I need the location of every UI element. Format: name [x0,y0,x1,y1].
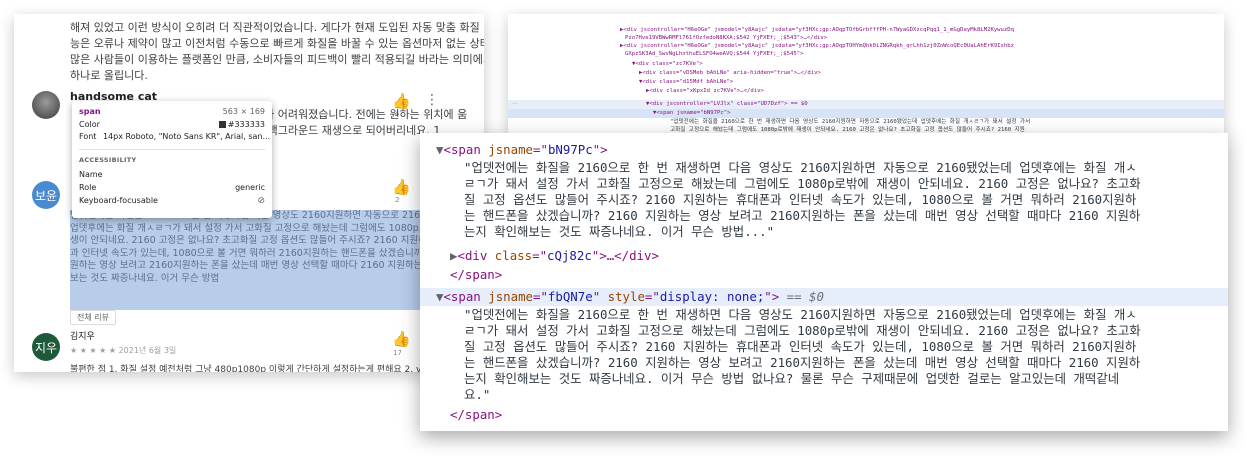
tooltip-element-name: span [79,107,101,116]
review-username: 김지우 [70,332,95,342]
more-options-icon[interactable]: ⋮ [425,92,439,108]
tooltip-divider [79,149,265,150]
dom-text-line: 질 고정 옵션도 많들어 주시죠? 2160 지원하는 휴대폰과 인터넷 속도가… [464,192,1137,207]
dom-node[interactable]: ▶<div class="vDSMeb bAhLNe" aria-hidden=… [639,69,821,77]
selected-row-highlight [508,109,1224,118]
dom-text-line: "업뎃전에는 화질을 2160으로 한 번 재생하면 다음 영상도 2160지원… [464,160,1137,175]
thumbs-up-icon[interactable]: 👍 [392,332,411,347]
text-line: 많은 사람들이 이용하는 플랫폼인 만큼, 소비자들의 피드백이 빨리 적용되길… [70,53,484,66]
not-focusable-icon: ⊘ [257,196,265,206]
tooltip-role-label: Role [79,183,97,192]
ellipsis-icon: … [512,99,518,106]
dom-node-div[interactable]: ▶<div class="cQj82c">…</div> [450,248,659,264]
text-line: 하나로 올립니다. [70,69,148,82]
review-text-line: 기가 어려워졌습니다. 전에는 원하는 위치에 움 [254,108,468,121]
dom-node[interactable]: ▼<div jscontroller="LVJlx" class="UD7Dzf… [646,100,808,108]
dom-text-line: 요." [464,387,491,402]
selected-review-text: 업뎃전에는 화질을 2160으로 한 번 재생하면 다음 영상도 2160지원하… [70,210,436,310]
dom-closing-tag: </span> [450,267,503,282]
dom-text-line: 는지 확인해보는 것도 짜증나네요. 이거 무슨 방법 없나요? 물론 무슨 구… [464,371,1120,386]
hover-row-highlight [508,100,1224,109]
tooltip-color-value: #333333 [218,120,265,129]
inspect-tooltip: span 563 × 169 Color #333333 Font 14px R… [72,101,272,218]
review-panel: 해져 있었고 이런 방식이 오히려 더 직관적이었습니다. 게다가 현재 도입된… [14,14,484,372]
tooltip-focus-label: Keyboard-focusable [79,196,158,205]
full-review-button[interactable]: 전체 리뷰 [70,310,116,325]
dom-node-span[interactable]: ▼<span jsname="bN97Pc"> [436,142,608,158]
tooltip-font-value: 14px Roboto, "Noto Sans KR", Arial, san.… [102,132,271,141]
color-swatch-icon [218,121,226,128]
tooltip-size: 563 × 169 [222,107,265,116]
review-text-line: 불편한 점 1. 화질 설정 예전처럼 그냥 480p1080p 이렇게 간단하… [70,365,422,372]
dom-node[interactable]: ▼<div class="zc7KVe"> [632,60,703,68]
text-line: 해져 있었고 이런 방식이 오히려 더 직관적이었습니다. 게다가 현재 도입된… [70,21,484,34]
dom-text-line: 는지 확인해보는 것도 짜증나네요. 이거 무슨 방법..." [464,224,775,239]
text-line: 과 인터넷 속도가 있는데, 1080으로 볼 거면 뭐하러 2160지원하는 … [70,247,436,259]
tooltip-color-label: Color [79,120,100,129]
text-line: 보는 것도 짜증나네요. 이거 무슨 방법 [70,272,220,284]
avatar[interactable]: 지우 [32,333,60,361]
dom-text-line: "업뎃전에는 화질을 2160으로 한 번 재생하면 다음 영상도 2160지원… [464,307,1137,322]
dom-text-line: 질 고정 옵션도 많들어 주시죠? 2160 지원하는 휴대폰과 인터넷 속도가… [464,339,1137,354]
text-line: 생이 안되네요. 2160 고정은 없나요? 초고화질 고정 옵션도 많들어 주… [70,235,436,246]
devtools-elements-panel: … ▶<div jscontroller="H6eOGe" jsmodel="y… [508,14,1224,136]
tooltip-role-value: generic [235,183,265,192]
thumbs-up-icon[interactable]: 👍 [392,180,411,195]
dom-node[interactable]: ▼<div class="d15Mdf bAhLNe"> [639,78,733,86]
dom-node[interactable]: ▼<span jsname="bN97Pc"> [653,109,730,117]
text-line: 원하는 영상 보려고 2160지원하는 폰을 샀는데 매번 영상 선택할 때마다… [70,260,432,271]
text-line: 능은 오류나 제약이 많고 이전처럼 수동으로 빠르게 화질을 바꿀 수 있는 … [70,37,484,50]
dom-text-node: "업뎃전에는 화질을 2160으로 한 번 재생하면 다음 영상도 2160지원… [670,119,1031,125]
dom-node[interactable]: Pzo7Hve19VBWwRMFl761fOzfedoN8KXA;$542 Yj… [625,34,827,42]
dom-text-line: 는 핸드폰을 샀겠습니까? 2160 지원하는 영상 보려고 2160지원하는 … [464,355,1141,370]
dom-text-line: ㄹㄱ가 돼서 설정 가서 고화질 고정으로 해놨는데 그럼에도 1080p로밖에… [464,323,1141,338]
text-line: 업뎃후에는 화질 개ㅅㄹㄱ가 돼서 설정 가서 고화질 고정으로 해놨는데 그럼… [70,222,436,234]
tooltip-accessibility-header: ACCESSIBILITY [79,156,137,164]
dom-text-line: ㄹㄱ가 돼서 설정 가서 고화질 고정으로 해놨는데 그럼에도 1080p로밖에… [464,176,1141,191]
dom-closing-tag: </span> [450,407,503,422]
avatar[interactable] [32,91,60,119]
review-intro-text: 해져 있었고 이런 방식이 오히려 더 직관적이었습니다. 게다가 현재 도입된… [70,20,484,84]
tooltip-font-label: Font [79,132,97,141]
like-count: 17 [393,349,402,357]
dom-node[interactable]: ▶<div class="xKpxId zc7KVe">…</div> [646,87,764,95]
dom-node-span-selected[interactable]: ▼<span jsname="fbQN7e" style="display: n… [436,289,824,305]
dom-node[interactable]: ▶<div jscontroller="H6eOGe" jsmodel="y8A… [620,26,1014,34]
like-count: 2 [395,196,400,204]
dom-node[interactable]: GXpzSK3Ad_SwvNgLhxthuELSFO4weAVQ;$544 Yj… [625,50,804,58]
devtools-zoomed-panel: ▼<span jsname="bN97Pc"> "업뎃전에는 화질을 2160으… [420,133,1228,431]
star-rating: ★ ★ ★ ★ ★ 2021년 6월 3일 [70,346,177,355]
avatar[interactable]: 보윤 [32,181,60,209]
dom-node[interactable]: ▶<div jscontroller="H6eOGe" jsmodel="y8A… [620,42,1014,50]
review-text-line: 고 백그라운드 재생으로 되어버리네요. 1 [254,124,441,137]
dom-text-line: 는 핸드폰을 샀겠습니까? 2160 지원하는 영상 보려고 2160지원하는 … [464,208,1141,223]
selected-marker: == $0 [786,289,824,304]
tooltip-name-label: Name [79,170,103,179]
